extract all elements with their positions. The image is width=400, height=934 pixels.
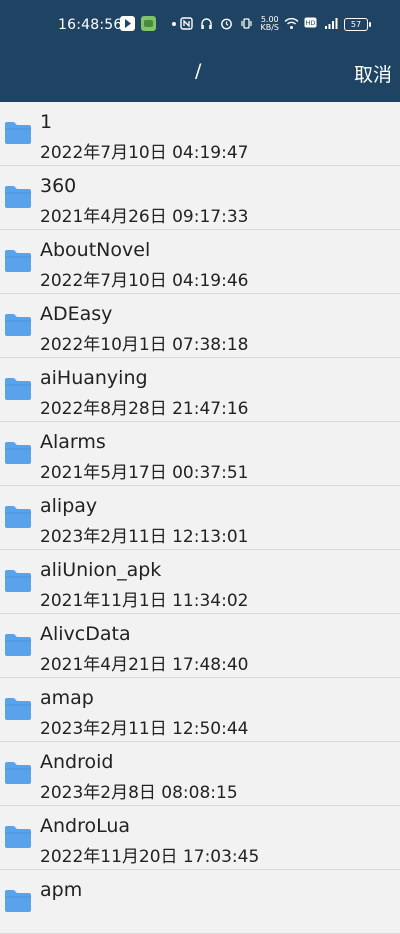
folder-icon [4, 504, 32, 530]
folder-icon [4, 184, 32, 210]
alarm-icon [220, 17, 235, 32]
cancel-button[interactable]: 取消 [354, 60, 392, 87]
headphones-icon [200, 17, 215, 32]
file-row[interactable]: AndroLua 2022年11月20日 17:03:45 [0, 806, 400, 870]
status-right-icons: 5.00 KB/S HD 57 [180, 16, 371, 32]
status-time: 16:48:56 [58, 17, 123, 33]
file-modified-date: 2021年4月21日 17:48:40 [40, 655, 249, 675]
file-row[interactable]: Alarms 2021年5月17日 00:37:51 [0, 422, 400, 486]
file-name: alipay [40, 495, 98, 517]
file-row[interactable]: 1 2022年7月10日 04:19:47 [0, 102, 400, 166]
file-name: amap [40, 687, 94, 709]
file-modified-date: 2023年2月11日 12:13:01 [40, 527, 249, 547]
folder-icon [4, 568, 32, 594]
file-name: AlivcData [40, 623, 131, 645]
file-modified-date: 2022年7月10日 04:19:47 [40, 143, 249, 163]
file-row[interactable]: alipay 2023年2月11日 12:13:01 [0, 486, 400, 550]
folder-icon [4, 248, 32, 274]
file-modified-date: 2021年4月26日 09:17:33 [40, 207, 249, 227]
folder-icon [4, 120, 32, 146]
network-speed: 5.00 KB/S [260, 16, 279, 32]
file-modified-date: 2022年11月20日 17:03:45 [40, 847, 260, 867]
file-modified-date: 2022年10月1日 07:38:18 [40, 335, 249, 355]
file-modified-date: 2021年11月1日 11:34:02 [40, 591, 249, 611]
hd-icon: HD [304, 17, 319, 32]
file-row[interactable]: Android 2023年2月8日 08:08:15 [0, 742, 400, 806]
file-name: Alarms [40, 431, 106, 453]
file-modified-date: 2021年5月17日 00:37:51 [40, 463, 249, 483]
nfc-icon [180, 16, 195, 32]
file-name: Android [40, 751, 114, 773]
file-row[interactable]: amap 2023年2月11日 12:50:44 [0, 678, 400, 742]
folder-icon [4, 632, 32, 658]
battery-indicator: 57 [344, 17, 371, 31]
file-list: 1 2022年7月10日 04:19:47 360 2021年4月26日 09:17:… [0, 102, 400, 934]
media-app-icon [120, 16, 135, 31]
file-row[interactable]: 360 2021年4月26日 09:17:33 [0, 166, 400, 230]
folder-icon [4, 760, 32, 786]
file-name: aliUnion_apk [40, 559, 162, 581]
wifi-icon [284, 17, 299, 32]
vibrate-icon [240, 17, 255, 32]
file-modified-date: 2023年2月11日 12:50:44 [40, 719, 249, 739]
file-row[interactable]: aliUnion_apk 2021年11月1日 11:34:02 [0, 550, 400, 614]
file-name: ADEasy [40, 303, 113, 325]
folder-icon [4, 824, 32, 850]
current-path-title: / [195, 60, 202, 82]
signal-icon [324, 17, 339, 32]
file-row[interactable]: AlivcData 2021年4月21日 17:48:40 [0, 614, 400, 678]
game-app-icon [141, 16, 156, 31]
folder-icon [4, 312, 32, 338]
file-row[interactable]: AboutNovel 2022年7月10日 04:19:46 [0, 230, 400, 294]
file-modified-date: 2022年7月10日 04:19:46 [40, 271, 249, 291]
status-left-icons [120, 16, 176, 31]
file-name: AboutNovel [40, 239, 151, 261]
file-name: aiHuanying [40, 367, 148, 389]
folder-icon [4, 440, 32, 466]
app-header: 16:48:56 5.00 KB/S HD 57 / 取消 [0, 0, 400, 102]
folder-icon [4, 888, 32, 914]
file-modified-date: 2022年8月28日 21:47:16 [40, 399, 249, 419]
folder-icon [4, 376, 32, 402]
svg-text:HD: HD [306, 19, 316, 27]
file-name: 360 [40, 175, 77, 197]
file-row[interactable]: apm [0, 870, 400, 934]
folder-icon [4, 696, 32, 722]
file-modified-date: 2023年2月8日 08:08:15 [40, 783, 238, 803]
file-row[interactable]: aiHuanying 2022年8月28日 21:47:16 [0, 358, 400, 422]
status-bar: 16:48:56 5.00 KB/S HD 57 [0, 0, 400, 50]
file-row[interactable]: ADEasy 2022年10月1日 07:38:18 [0, 294, 400, 358]
file-name: AndroLua [40, 815, 131, 837]
notification-dot-icon [172, 21, 176, 26]
file-name: 1 [40, 111, 53, 133]
file-name: apm [40, 879, 83, 901]
network-speed-unit: KB/S [260, 23, 279, 32]
